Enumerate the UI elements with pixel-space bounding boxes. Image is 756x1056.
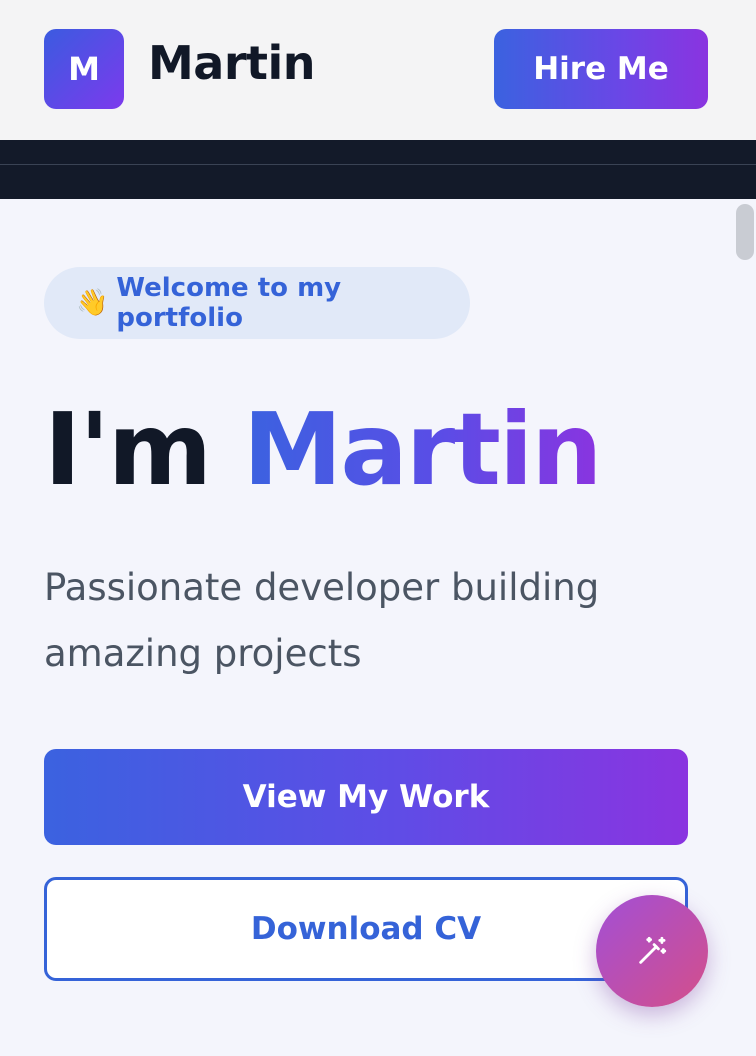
waving-hand-icon: 👋 [76, 288, 109, 318]
scrollbar-track[interactable] [736, 199, 756, 1056]
welcome-text: Welcome to my portfolio [116, 273, 342, 333]
magic-wand-icon [639, 936, 667, 964]
headline-name: Martin [242, 391, 603, 508]
welcome-badge: 👋 Welcome to my portfolio [44, 267, 470, 339]
header-divider-band [0, 140, 756, 199]
hero-headline: I'm Martin [44, 385, 603, 515]
download-cv-button[interactable]: Download CV [44, 877, 688, 981]
scrollbar-thumb[interactable] [736, 204, 754, 260]
headline-prefix: I'm [44, 391, 212, 508]
hire-me-button[interactable]: Hire Me [494, 29, 708, 109]
magic-wand-button[interactable] [596, 895, 708, 1007]
logo-badge[interactable]: M [44, 29, 124, 109]
brand-name[interactable]: Martin [148, 36, 316, 90]
hero-subtitle: Passionate developer building amazing pr… [44, 566, 600, 675]
view-my-work-button[interactable]: View My Work [44, 749, 688, 845]
site-header: M Martin Hire Me [0, 0, 756, 140]
logo-letter: M [68, 50, 100, 88]
divider-line [0, 164, 756, 165]
